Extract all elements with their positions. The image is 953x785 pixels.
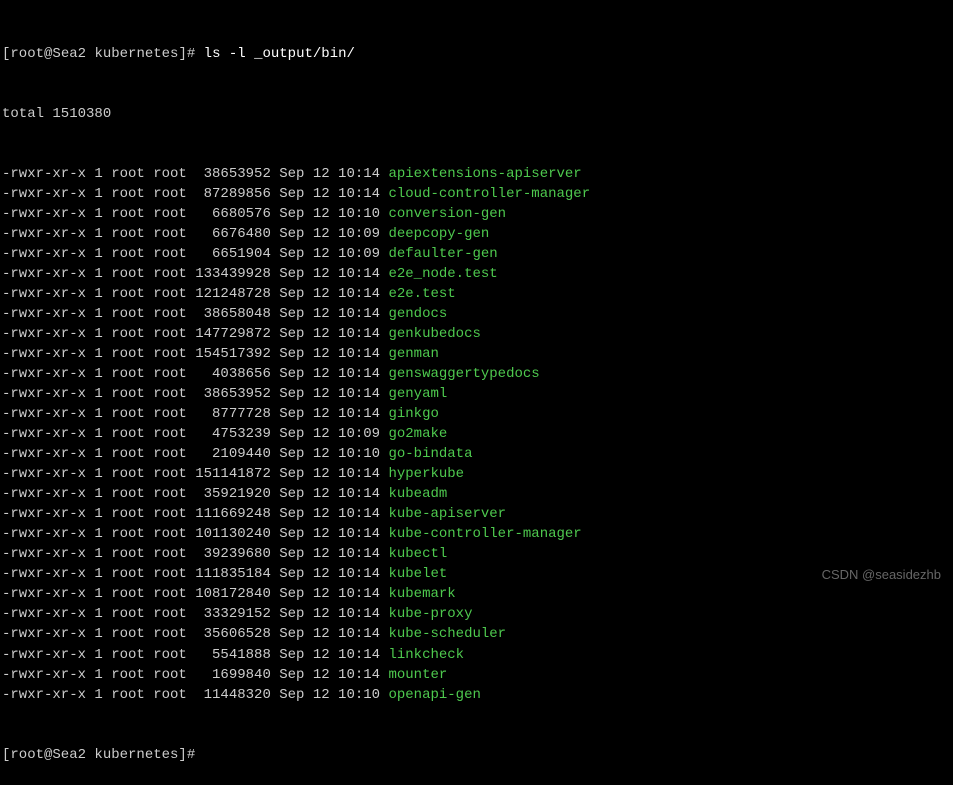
- file-name: openapi-gen: [388, 687, 480, 703]
- file-name: cloud-controller-manager: [388, 186, 590, 202]
- file-row: -rwxr-xr-x 1 root root 4753239 Sep 12 10…: [2, 424, 951, 444]
- file-meta: -rwxr-xr-x 1 root root 35606528 Sep 12 1…: [2, 626, 388, 642]
- file-name: genkubedocs: [388, 326, 480, 342]
- file-row: -rwxr-xr-x 1 root root 6676480 Sep 12 10…: [2, 224, 951, 244]
- file-meta: -rwxr-xr-x 1 root root 4038656 Sep 12 10…: [2, 366, 388, 382]
- command-line-2: [root@Sea2 kubernetes]#: [2, 745, 951, 765]
- file-name: go-bindata: [388, 446, 472, 462]
- file-name: apiextensions-apiserver: [388, 166, 581, 182]
- total-line: total 1510380: [2, 104, 951, 124]
- file-row: -rwxr-xr-x 1 root root 1699840 Sep 12 10…: [2, 665, 951, 685]
- file-row: -rwxr-xr-x 1 root root 5541888 Sep 12 10…: [2, 645, 951, 665]
- file-name: ginkgo: [388, 406, 438, 422]
- prompt-2: [root@Sea2 kubernetes]#: [2, 747, 204, 763]
- file-name: defaulter-gen: [388, 246, 497, 262]
- file-name: kubemark: [388, 586, 455, 602]
- file-name: mounter: [388, 667, 447, 683]
- command-text: ls -l _output/bin/: [204, 46, 355, 62]
- file-name: genswaggertypedocs: [388, 366, 539, 382]
- file-row: -rwxr-xr-x 1 root root 33329152 Sep 12 1…: [2, 604, 951, 624]
- file-name: kubeadm: [388, 486, 447, 502]
- file-meta: -rwxr-xr-x 1 root root 154517392 Sep 12 …: [2, 346, 388, 362]
- file-row: -rwxr-xr-x 1 root root 151141872 Sep 12 …: [2, 464, 951, 484]
- file-name: kubectl: [388, 546, 447, 562]
- file-row: -rwxr-xr-x 1 root root 111669248 Sep 12 …: [2, 504, 951, 524]
- file-name: hyperkube: [388, 466, 464, 482]
- file-row: -rwxr-xr-x 1 root root 38653952 Sep 12 1…: [2, 164, 951, 184]
- file-name: kubelet: [388, 566, 447, 582]
- file-row: -rwxr-xr-x 1 root root 38653952 Sep 12 1…: [2, 384, 951, 404]
- file-name: e2e.test: [388, 286, 455, 302]
- prompt-user: root: [10, 46, 44, 62]
- prompt-dir: kubernetes: [94, 46, 178, 62]
- file-row: -rwxr-xr-x 1 root root 101130240 Sep 12 …: [2, 524, 951, 544]
- watermark: CSDN @seasidezhb: [822, 566, 941, 585]
- file-meta: -rwxr-xr-x 1 root root 38653952 Sep 12 1…: [2, 166, 388, 182]
- file-meta: -rwxr-xr-x 1 root root 147729872 Sep 12 …: [2, 326, 388, 342]
- file-meta: -rwxr-xr-x 1 root root 151141872 Sep 12 …: [2, 466, 388, 482]
- file-row: -rwxr-xr-x 1 root root 6651904 Sep 12 10…: [2, 244, 951, 264]
- prompt-host: Sea2: [52, 46, 86, 62]
- file-meta: -rwxr-xr-x 1 root root 33329152 Sep 12 1…: [2, 606, 388, 622]
- file-name: kube-apiserver: [388, 506, 506, 522]
- file-row: -rwxr-xr-x 1 root root 108172840 Sep 12 …: [2, 584, 951, 604]
- file-row: -rwxr-xr-x 1 root root 121248728 Sep 12 …: [2, 284, 951, 304]
- file-meta: -rwxr-xr-x 1 root root 4753239 Sep 12 10…: [2, 426, 388, 442]
- command-line: [root@Sea2 kubernetes]# ls -l _output/bi…: [2, 44, 951, 64]
- file-row: -rwxr-xr-x 1 root root 147729872 Sep 12 …: [2, 324, 951, 344]
- file-name: deepcopy-gen: [388, 226, 489, 242]
- file-meta: -rwxr-xr-x 1 root root 35921920 Sep 12 1…: [2, 486, 388, 502]
- file-meta: -rwxr-xr-x 1 root root 87289856 Sep 12 1…: [2, 186, 388, 202]
- file-row: -rwxr-xr-x 1 root root 111835184 Sep 12 …: [2, 564, 951, 584]
- file-name: gendocs: [388, 306, 447, 322]
- file-meta: -rwxr-xr-x 1 root root 2109440 Sep 12 10…: [2, 446, 388, 462]
- file-meta: -rwxr-xr-x 1 root root 8777728 Sep 12 10…: [2, 406, 388, 422]
- file-row: -rwxr-xr-x 1 root root 2109440 Sep 12 10…: [2, 444, 951, 464]
- file-row: -rwxr-xr-x 1 root root 11448320 Sep 12 1…: [2, 685, 951, 705]
- file-meta: -rwxr-xr-x 1 root root 101130240 Sep 12 …: [2, 526, 388, 542]
- file-row: -rwxr-xr-x 1 root root 8777728 Sep 12 10…: [2, 404, 951, 424]
- file-row: -rwxr-xr-x 1 root root 133439928 Sep 12 …: [2, 264, 951, 284]
- file-meta: -rwxr-xr-x 1 root root 111669248 Sep 12 …: [2, 506, 388, 522]
- file-meta: -rwxr-xr-x 1 root root 1699840 Sep 12 10…: [2, 667, 388, 683]
- file-meta: -rwxr-xr-x 1 root root 6680576 Sep 12 10…: [2, 206, 388, 222]
- file-meta: -rwxr-xr-x 1 root root 11448320 Sep 12 1…: [2, 687, 388, 703]
- file-meta: -rwxr-xr-x 1 root root 108172840 Sep 12 …: [2, 586, 388, 602]
- file-row: -rwxr-xr-x 1 root root 4038656 Sep 12 10…: [2, 364, 951, 384]
- file-meta: -rwxr-xr-x 1 root root 6676480 Sep 12 10…: [2, 226, 388, 242]
- file-name: linkcheck: [388, 647, 464, 663]
- terminal-output[interactable]: [root@Sea2 kubernetes]# ls -l _output/bi…: [2, 4, 951, 785]
- file-meta: -rwxr-xr-x 1 root root 5541888 Sep 12 10…: [2, 647, 388, 663]
- file-name: kube-scheduler: [388, 626, 506, 642]
- file-meta: -rwxr-xr-x 1 root root 133439928 Sep 12 …: [2, 266, 388, 282]
- file-row: -rwxr-xr-x 1 root root 35606528 Sep 12 1…: [2, 624, 951, 644]
- file-name: kube-proxy: [388, 606, 472, 622]
- file-meta: -rwxr-xr-x 1 root root 111835184 Sep 12 …: [2, 566, 388, 582]
- file-row: -rwxr-xr-x 1 root root 6680576 Sep 12 10…: [2, 204, 951, 224]
- file-row: -rwxr-xr-x 1 root root 38658048 Sep 12 1…: [2, 304, 951, 324]
- file-name: genyaml: [388, 386, 447, 402]
- file-row: -rwxr-xr-x 1 root root 87289856 Sep 12 1…: [2, 184, 951, 204]
- file-meta: -rwxr-xr-x 1 root root 38658048 Sep 12 1…: [2, 306, 388, 322]
- file-meta: -rwxr-xr-x 1 root root 6651904 Sep 12 10…: [2, 246, 388, 262]
- file-name: genman: [388, 346, 438, 362]
- file-name: kube-controller-manager: [388, 526, 581, 542]
- file-row: -rwxr-xr-x 1 root root 39239680 Sep 12 1…: [2, 544, 951, 564]
- file-name: go2make: [388, 426, 447, 442]
- file-meta: -rwxr-xr-x 1 root root 38653952 Sep 12 1…: [2, 386, 388, 402]
- file-row: -rwxr-xr-x 1 root root 154517392 Sep 12 …: [2, 344, 951, 364]
- file-name: conversion-gen: [388, 206, 506, 222]
- file-row: -rwxr-xr-x 1 root root 35921920 Sep 12 1…: [2, 484, 951, 504]
- file-meta: -rwxr-xr-x 1 root root 121248728 Sep 12 …: [2, 286, 388, 302]
- file-meta: -rwxr-xr-x 1 root root 39239680 Sep 12 1…: [2, 546, 388, 562]
- file-name: e2e_node.test: [388, 266, 497, 282]
